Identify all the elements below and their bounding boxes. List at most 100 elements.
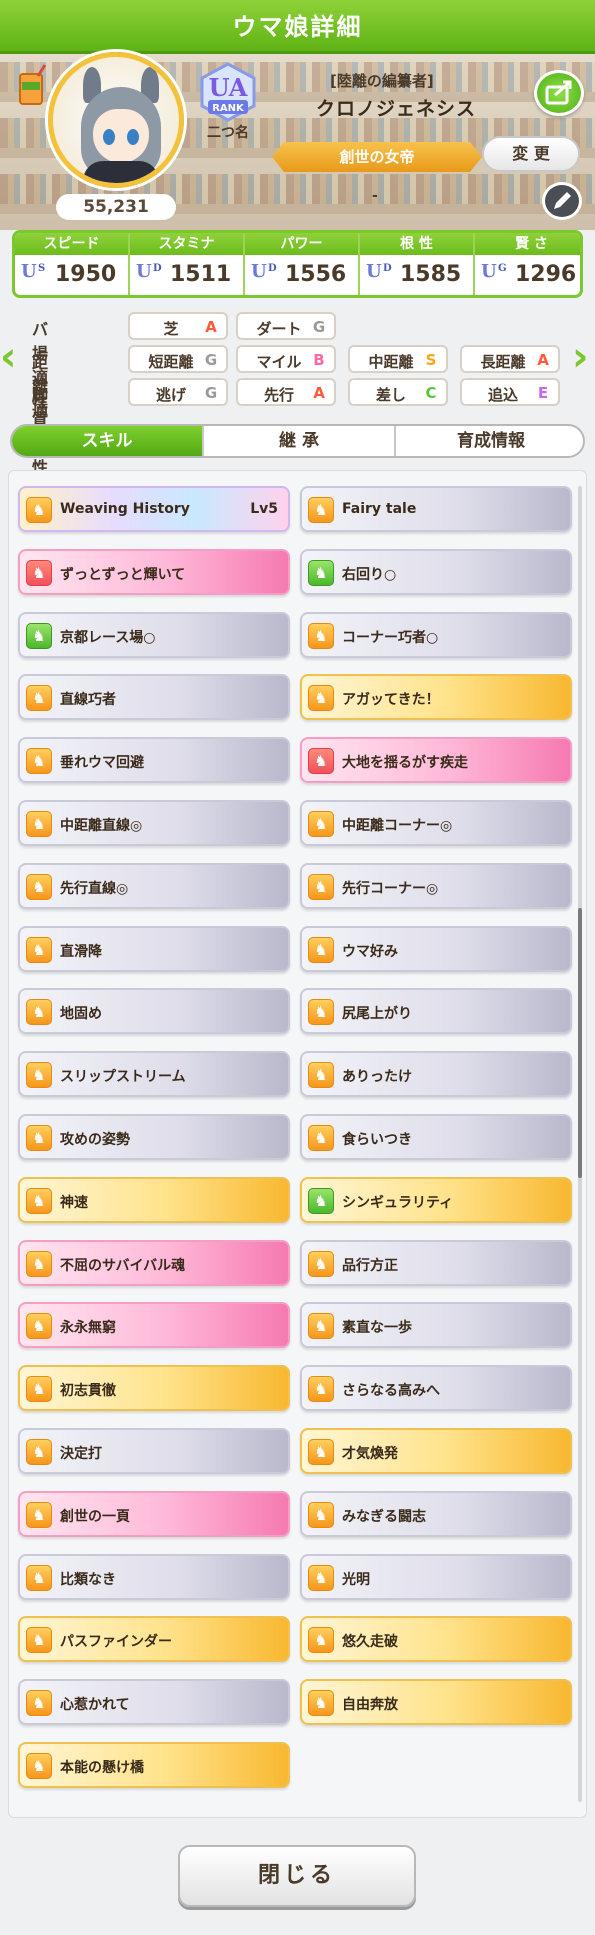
skill-horse-icon: ♞ xyxy=(26,748,52,775)
change-title-button[interactable]: 変 更 xyxy=(482,136,580,172)
stat-power: パワー UD 1556 xyxy=(245,233,358,295)
close-button[interactable]: 閉じる xyxy=(178,1845,416,1907)
skill-card[interactable]: ♞ 直線巧者 xyxy=(18,674,290,721)
skill-name: 決定打 xyxy=(60,1446,102,1462)
skill-card[interactable]: ♞ 先行直線◎ xyxy=(18,862,290,909)
skill-card[interactable]: ♞ 永永無窮 xyxy=(18,1302,290,1349)
skill-card[interactable]: ♞ 心惹かれて xyxy=(18,1679,290,1726)
skill-name: 素直な一歩 xyxy=(342,1320,412,1337)
skill-card[interactable]: ♞ 創世の一頁 xyxy=(18,1490,290,1537)
skill-horse-icon: ♞ xyxy=(308,1376,334,1403)
skill-card[interactable]: ♞ 本能の懸け橋 xyxy=(18,1742,290,1788)
skill-card[interactable]: ♞ 決定打 xyxy=(18,1428,290,1474)
skill-horse-icon: ♞ xyxy=(26,1125,52,1151)
skill-name: 永永無窮 xyxy=(60,1320,116,1337)
skill-card[interactable]: ♞ 悠久走破 xyxy=(300,1616,572,1663)
skill-card[interactable]: ♞ 地固め xyxy=(18,988,290,1035)
skill-card[interactable]: ♞ 攻めの姿勢 xyxy=(18,1114,290,1160)
stat-grade-sub: G xyxy=(498,263,507,274)
skill-horse-icon: ♞ xyxy=(308,1564,334,1591)
stat-grade: U xyxy=(481,261,497,282)
skill-name: 先行コーナー◎ xyxy=(342,880,439,897)
character-portrait[interactable] xyxy=(48,52,184,188)
skill-card[interactable]: ♞ 中距離コーナー◎ xyxy=(300,800,572,846)
skill-horse-icon: ♞ xyxy=(308,622,334,649)
aptitude-name: 短距離 xyxy=(148,353,194,371)
skill-card[interactable]: ♞ 中距離直線◎ xyxy=(18,800,290,846)
skill-card[interactable]: ♞ ウマ好み xyxy=(300,925,572,972)
skill-name: Fairy tale xyxy=(342,501,417,517)
skill-horse-icon: ♞ xyxy=(26,1187,52,1214)
skill-name: 心惹かれて xyxy=(60,1697,130,1714)
skill-card[interactable]: ♞ 初志貫徹 xyxy=(18,1365,290,1412)
skill-horse-icon: ♞ xyxy=(26,1627,52,1654)
skill-card[interactable]: ♞ 比類なき xyxy=(18,1553,290,1600)
skill-name: 初志貫徹 xyxy=(60,1383,116,1400)
skill-card[interactable]: ♞ 先行コーナー◎ xyxy=(300,862,572,909)
tab-skills[interactable]: スキル xyxy=(12,426,202,456)
prev-chevron-icon[interactable]: ‹ xyxy=(0,332,20,382)
skill-card[interactable]: ♞ 光明 xyxy=(300,1553,572,1600)
skill-name: 右回り○ xyxy=(342,566,397,583)
share-button[interactable] xyxy=(534,70,584,116)
rank-word: RANK xyxy=(212,103,245,114)
skill-name: 食らいつき xyxy=(342,1132,412,1148)
share-icon xyxy=(545,80,572,105)
skill-horse-icon: ♞ xyxy=(26,1564,52,1591)
skill-horse-icon: ♞ xyxy=(308,1125,334,1151)
skill-card[interactable]: ♞ みなぎる闘志 xyxy=(300,1490,572,1537)
skill-name: 比類なき xyxy=(60,1571,116,1588)
stat-value: 1556 xyxy=(285,262,347,287)
skill-horse-icon: ♞ xyxy=(308,936,334,963)
skill-card[interactable]: ♞ 垂れウマ回避 xyxy=(18,737,290,784)
skill-card[interactable]: ♞ コーナー巧者○ xyxy=(300,611,572,658)
stat-label: パワー xyxy=(245,233,358,255)
next-chevron-icon[interactable]: › xyxy=(572,332,592,382)
skill-card[interactable]: ♞ 直滑降 xyxy=(18,925,290,972)
stat-stamina: スタミナ UD 1511 xyxy=(130,233,243,295)
skill-card[interactable]: ♞ 食らいつき xyxy=(300,1114,572,1160)
skill-card[interactable]: ♞ 素直な一歩 xyxy=(300,1302,572,1349)
skill-card[interactable]: ♞ 不屈のサバイバル魂 xyxy=(18,1239,290,1286)
skill-card[interactable]: ♞ 自由奔放 xyxy=(300,1679,572,1726)
stat-grade-sub: D xyxy=(268,263,277,274)
recovery-skill-icon: ♞ xyxy=(308,559,334,586)
skill-horse-icon: ♞ xyxy=(26,559,52,586)
aptitude-grade: S xyxy=(425,351,437,369)
skill-card[interactable]: ♞ Weaving History Lv5 xyxy=(18,486,290,532)
aptitude-grade: C xyxy=(425,384,437,402)
skill-card[interactable]: ♞ 右回り○ xyxy=(300,548,572,595)
skill-card[interactable]: ♞ 才気煥発 xyxy=(300,1428,572,1474)
tab-inheritance[interactable]: 継 承 xyxy=(204,426,394,456)
skill-name: 地固め xyxy=(60,1006,102,1023)
edit-button[interactable] xyxy=(542,182,582,220)
skill-card[interactable]: ♞ 京都レース場○ xyxy=(18,611,290,658)
skill-card[interactable]: ♞ スリップストリーム xyxy=(18,1051,290,1098)
tab-training-info[interactable]: 育成情報 xyxy=(396,426,583,456)
aptitude-cell: 先行 A xyxy=(236,378,336,406)
skill-card[interactable]: ♞ 品行方正 xyxy=(300,1239,572,1286)
skill-name: ありったけ xyxy=(342,1069,412,1086)
skill-card[interactable]: ♞ 神速 xyxy=(18,1176,290,1223)
skill-name: ずっとずっと輝いて xyxy=(60,566,186,583)
skill-card[interactable]: ♞ アガッてきた！ xyxy=(300,674,572,721)
rank-badge-icon: UA RANK xyxy=(200,62,256,122)
skill-name: さらなる高みへ xyxy=(342,1383,440,1400)
skills-scroll-thumb[interactable] xyxy=(578,908,582,1178)
skill-card[interactable]: ♞ 尻尾上がり xyxy=(300,988,572,1035)
skill-name: ウマ好み xyxy=(342,943,398,960)
skill-card[interactable]: ♞ Fairy tale xyxy=(300,486,572,532)
skill-card[interactable]: ♞ パスファインダー xyxy=(18,1616,290,1663)
skill-horse-icon: ♞ xyxy=(308,685,334,712)
skill-card[interactable]: ♞ さらなる高みへ xyxy=(300,1365,572,1412)
skill-name: シンギュラリティ xyxy=(342,1194,454,1211)
skill-card[interactable]: ♞ 大地を揺るがす疾走 xyxy=(300,737,572,784)
skill-card[interactable]: ♞ ずっとずっと輝いて xyxy=(18,548,290,595)
aptitude-name: 追込 xyxy=(487,386,518,404)
stat-grade-sub: D xyxy=(383,263,392,274)
skill-card[interactable]: ♞ ありったけ xyxy=(300,1051,572,1098)
stat-guts: 根 性 UD 1585 xyxy=(360,233,473,295)
window-title: ウマ娘詳細 xyxy=(0,0,595,54)
aptitude-name: 差し xyxy=(375,386,406,404)
skill-card[interactable]: ♞ シンギュラリティ xyxy=(300,1176,572,1223)
